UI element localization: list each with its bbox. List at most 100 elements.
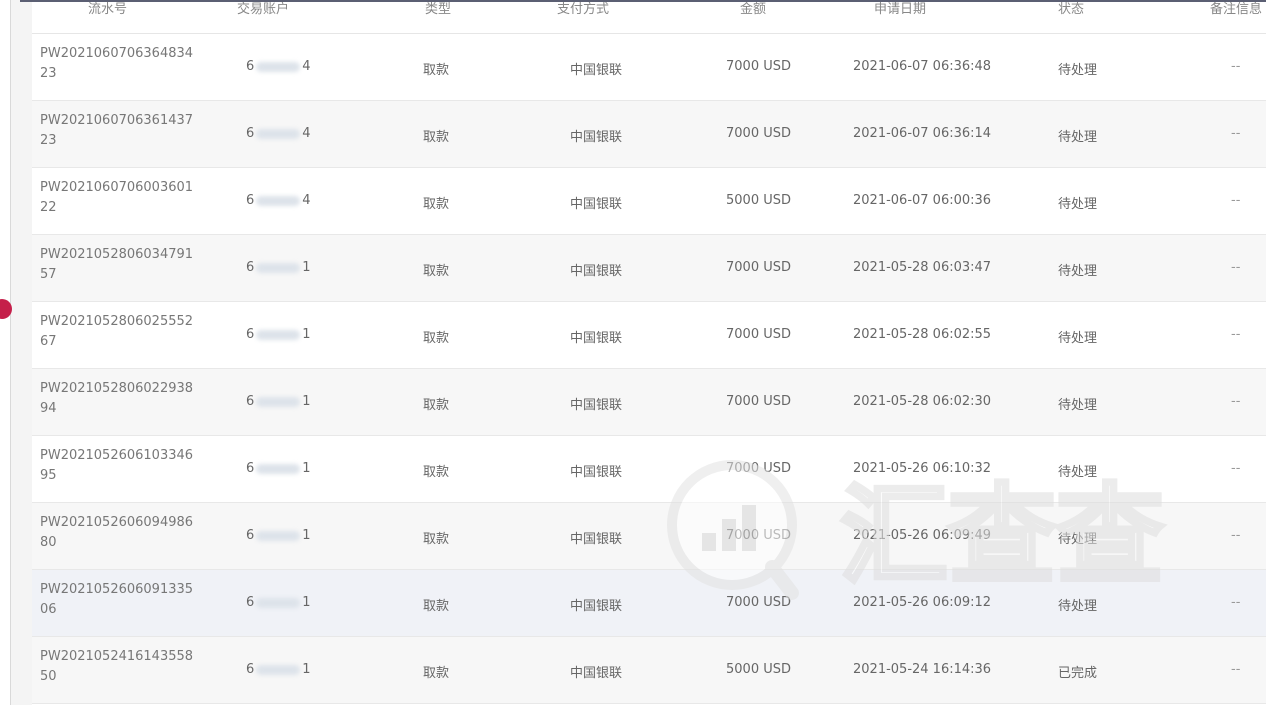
account-prefix: 6: [246, 394, 255, 409]
account-suffix: 1: [302, 528, 311, 543]
account-prefix: 6: [246, 595, 255, 610]
transaction-type: 取款: [423, 331, 450, 346]
account-prefix: 6: [246, 327, 255, 342]
account-suffix: 4: [302, 193, 311, 208]
note: --: [1231, 59, 1241, 74]
account-suffix: 1: [302, 461, 311, 476]
apply-time: 2021-05-26 06:09:12: [853, 595, 992, 610]
account-prefix: 6: [246, 193, 255, 208]
account-suffix: 1: [302, 260, 311, 275]
account-mask: [256, 195, 301, 206]
apply-time: 2021-05-28 06:02:30: [853, 394, 992, 409]
table-row[interactable]: PW202105280603479157 61 取款 中国银联 7000 USD…: [32, 235, 1266, 302]
amount: 5000 USD: [726, 662, 791, 677]
note: --: [1231, 461, 1241, 476]
trade-account: 61: [246, 327, 311, 342]
account-mask: [256, 128, 301, 139]
transaction-type: 取款: [423, 532, 450, 547]
amount: 7000 USD: [726, 59, 791, 74]
serial-number: PW202105280602293894: [40, 381, 194, 416]
amount: 7000 USD: [726, 528, 791, 543]
trade-account: 64: [246, 59, 311, 74]
account-prefix: 6: [246, 461, 255, 476]
transaction-type: 取款: [423, 264, 450, 279]
account-prefix: 6: [246, 126, 255, 141]
account-suffix: 1: [302, 595, 311, 610]
apply-time: 2021-05-28 06:03:47: [853, 260, 992, 275]
trade-account: 61: [246, 662, 311, 677]
amount: 7000 USD: [726, 461, 791, 476]
status: 待处理: [1058, 331, 1098, 346]
payment-channel: 中国银联: [570, 264, 623, 279]
account-prefix: 6: [246, 260, 255, 275]
header-serial[interactable]: 流水号: [88, 2, 127, 17]
payment-channel: 中国银联: [570, 666, 623, 681]
apply-time: 2021-05-28 06:02:55: [853, 327, 992, 342]
status: 待处理: [1058, 264, 1098, 279]
table-row[interactable]: PW202106070636143723 64 取款 中国银联 7000 USD…: [32, 101, 1266, 168]
apply-time: 2021-06-07 06:36:48: [853, 59, 992, 74]
table-row[interactable]: PW202105241614355850 61 取款 中国银联 5000 USD…: [32, 637, 1266, 704]
account-suffix: 1: [302, 662, 311, 677]
transaction-type: 取款: [423, 63, 450, 78]
note: --: [1231, 327, 1241, 342]
table-row[interactable]: PW202105260609133506 61 取款 中国银联 7000 USD…: [32, 570, 1266, 637]
note: --: [1231, 595, 1241, 610]
payment-channel: 中国银联: [570, 599, 623, 614]
table-row[interactable]: PW202105280602293894 61 取款 中国银联 7000 USD…: [32, 369, 1266, 436]
account-mask: [256, 396, 301, 407]
note: --: [1231, 662, 1241, 677]
note: --: [1231, 126, 1241, 141]
account-prefix: 6: [246, 59, 255, 74]
amount: 7000 USD: [726, 327, 791, 342]
note: --: [1231, 394, 1241, 409]
account-mask: [256, 61, 301, 72]
table-row[interactable]: PW202105260610334695 61 取款 中国银联 7000 USD…: [32, 436, 1266, 503]
header-amount[interactable]: 金额: [740, 2, 766, 17]
transaction-type: 取款: [423, 130, 450, 145]
header-type[interactable]: 类型: [425, 2, 451, 17]
table-row[interactable]: PW202105280602555267 61 取款 中国银联 7000 USD…: [32, 302, 1266, 369]
header-payment[interactable]: 支付方式: [557, 2, 609, 17]
transaction-type: 取款: [423, 197, 450, 212]
serial-number: PW202105260609498680: [40, 515, 194, 550]
left-panel: [0, 0, 11, 705]
transaction-type: 取款: [423, 398, 450, 413]
account-suffix: 4: [302, 59, 311, 74]
serial-number: PW202105280602555267: [40, 314, 194, 349]
header-account[interactable]: 交易账户: [237, 2, 289, 17]
transaction-type: 取款: [423, 666, 450, 681]
note: --: [1231, 260, 1241, 275]
serial-number: PW202105260609133506: [40, 582, 194, 617]
status: 待处理: [1058, 130, 1098, 145]
header-note[interactable]: 备注信息: [1210, 2, 1262, 17]
serial-number: PW202105241614355850: [40, 649, 194, 684]
header-status[interactable]: 状态: [1058, 2, 1084, 17]
withdrawal-table: 流水号 交易账户 类型 支付方式 金额 申请日期 状态 备注信息 PW20210…: [32, 2, 1266, 705]
account-mask: [256, 664, 301, 675]
apply-time: 2021-05-26 06:09:49: [853, 528, 992, 543]
trade-account: 61: [246, 595, 311, 610]
serial-number: PW202105260610334695: [40, 448, 194, 483]
amount: 7000 USD: [726, 394, 791, 409]
payment-channel: 中国银联: [570, 398, 623, 413]
trade-account: 61: [246, 461, 311, 476]
table-row[interactable]: PW202105260609498680 61 取款 中国银联 7000 USD…: [32, 503, 1266, 570]
note: --: [1231, 528, 1241, 543]
amount: 5000 USD: [726, 193, 791, 208]
trade-account: 64: [246, 126, 311, 141]
note: --: [1231, 193, 1241, 208]
apply-time: 2021-05-26 06:10:32: [853, 461, 992, 476]
status: 待处理: [1058, 599, 1098, 614]
payment-channel: 中国银联: [570, 130, 623, 145]
trade-account: 61: [246, 528, 311, 543]
serial-number: PW202106070600360122: [40, 180, 194, 215]
transaction-type: 取款: [423, 465, 450, 480]
payment-channel: 中国银联: [570, 63, 623, 78]
status: 待处理: [1058, 398, 1098, 413]
account-mask: [256, 463, 301, 474]
header-date[interactable]: 申请日期: [874, 2, 926, 17]
table-row[interactable]: PW202106070636483423 64 取款 中国银联 7000 USD…: [32, 34, 1266, 101]
amount: 7000 USD: [726, 126, 791, 141]
table-row[interactable]: PW202106070600360122 64 取款 中国银联 5000 USD…: [32, 168, 1266, 235]
